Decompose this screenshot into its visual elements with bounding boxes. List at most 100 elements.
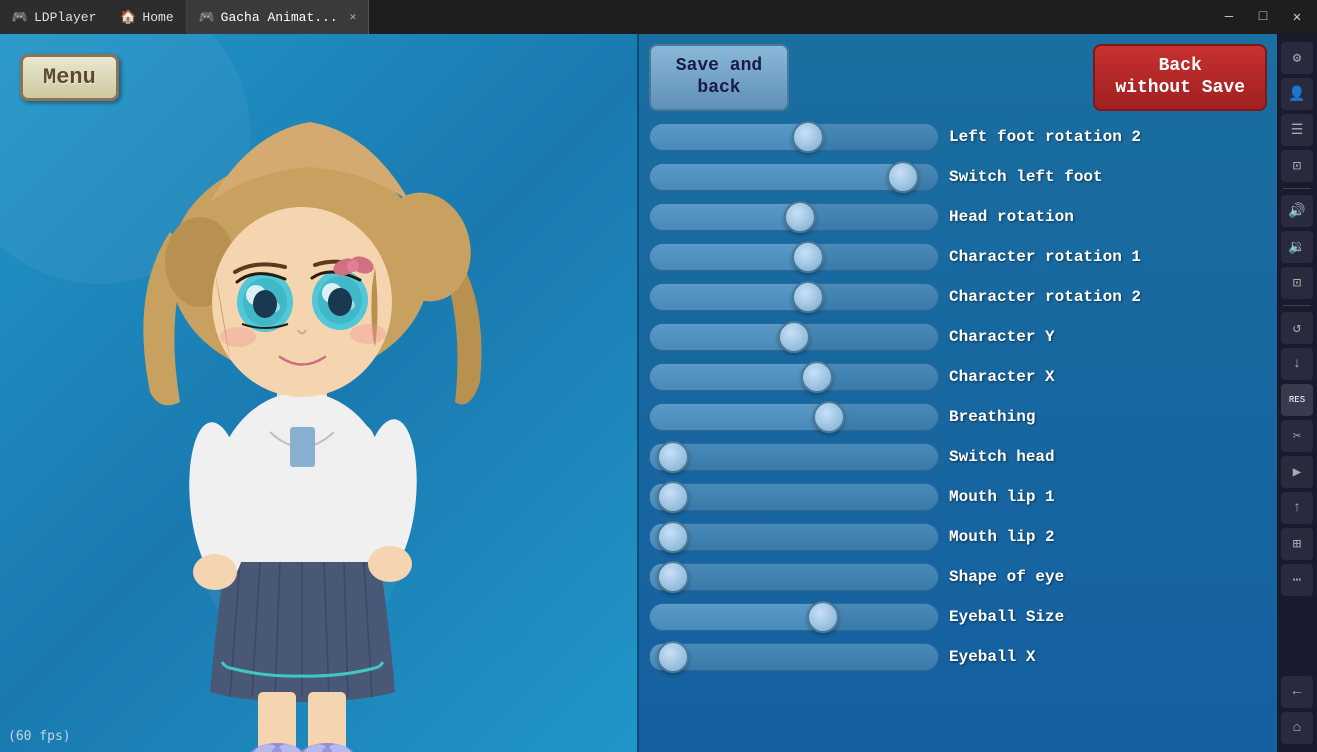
tab-ldplayer[interactable]: 🎮 LDPlayer (0, 0, 108, 34)
slider-fill-head-rotation (650, 204, 800, 230)
slider-track-character-rotation-1[interactable] (649, 243, 939, 271)
slider-thumb-character-rotation-1[interactable] (792, 241, 824, 273)
slider-label-mouth-lip-1: Mouth lip 1 (949, 488, 1267, 506)
more-tool-button[interactable]: ⋯ (1281, 564, 1313, 596)
right-panel: Save andback Backwithout Save Left foot … (637, 34, 1277, 752)
screen2-tool-button[interactable]: ⊡ (1281, 267, 1313, 299)
slider-track-shape-of-eye[interactable] (649, 563, 939, 591)
slider-fill-character-rotation-1 (650, 244, 808, 270)
slider-row-character-rotation-2: Character rotation 2 (649, 279, 1267, 315)
slider-thumb-head-rotation[interactable] (784, 201, 816, 233)
slider-label-character-y: Character Y (949, 328, 1267, 346)
slider-row-mouth-lip-1: Mouth lip 1 (649, 479, 1267, 515)
gacha-tab-icon: 🎮 (199, 9, 215, 25)
back-without-save-button[interactable]: Backwithout Save (1093, 44, 1267, 111)
screen-tool-button[interactable]: ⊡ (1281, 150, 1313, 182)
slider-thumb-eyeball-x[interactable] (657, 641, 689, 673)
volume-down-tool-button[interactable]: 🔉 (1281, 231, 1313, 263)
menu-tool-button[interactable]: ☰ (1281, 114, 1313, 146)
gacha-tab-label: Gacha Animat... (221, 10, 338, 25)
sliders-container[interactable]: Left foot rotation 2 Switch left foot Head… (639, 111, 1277, 752)
main-area: Menu (0, 34, 1317, 752)
slider-row-eyeball-x: Eyeball X (649, 639, 1267, 675)
cut-tool-button[interactable]: ✂ (1281, 420, 1313, 452)
slider-fill-left-foot-rotation-2 (650, 124, 808, 150)
slider-fill-character-rotation-2 (650, 284, 808, 310)
back-tool-button[interactable]: ← (1281, 676, 1313, 708)
slider-track-switch-head[interactable] (649, 443, 939, 471)
tab-home[interactable]: 🏠 Home (108, 0, 186, 34)
minimize-button[interactable]: — (1213, 3, 1245, 31)
slider-thumb-eyeball-size[interactable] (807, 601, 839, 633)
panel-header: Save andback Backwithout Save (639, 34, 1277, 111)
window-controls: — □ ✕ (1213, 3, 1317, 31)
refresh-tool-button[interactable]: ↺ (1281, 312, 1313, 344)
slider-thumb-character-rotation-2[interactable] (792, 281, 824, 313)
ldplayer-label: LDPlayer (34, 10, 96, 25)
grid-tool-button[interactable]: ⊞ (1281, 528, 1313, 560)
slider-row-head-rotation: Head rotation (649, 199, 1267, 235)
slider-track-head-rotation[interactable] (649, 203, 939, 231)
fps-value: (60 fps) (8, 729, 71, 744)
slider-row-shape-of-eye: Shape of eye (649, 559, 1267, 595)
slider-label-mouth-lip-2: Mouth lip 2 (949, 528, 1267, 546)
slider-track-switch-left-foot[interactable] (649, 163, 939, 191)
slider-label-switch-left-foot: Switch left foot (949, 168, 1267, 186)
slider-fill-character-y (650, 324, 794, 350)
side-toolbar: ⚙ 👤 ☰ ⊡ 🔊 🔉 ⊡ ↺ ↓ RES ✂ ▶ ↑ ⊞ ⋯ ← ⌂ (1277, 34, 1317, 752)
slider-label-character-x: Character X (949, 368, 1267, 386)
video-tool-button[interactable]: ▶ (1281, 456, 1313, 488)
export-tool-button[interactable]: ↑ (1281, 492, 1313, 524)
slider-label-breathing: Breathing (949, 408, 1267, 426)
slider-track-character-x[interactable] (649, 363, 939, 391)
slider-label-eyeball-size: Eyeball Size (949, 608, 1267, 626)
slider-row-switch-left-foot: Switch left foot (649, 159, 1267, 195)
gacha-tab-close[interactable]: ✕ (350, 10, 357, 24)
account-tool-button[interactable]: 👤 (1281, 78, 1313, 110)
slider-thumb-switch-left-foot[interactable] (887, 161, 919, 193)
close-button[interactable]: ✕ (1281, 3, 1313, 31)
slider-thumb-breathing[interactable] (813, 401, 845, 433)
slider-thumb-switch-head[interactable] (657, 441, 689, 473)
slider-track-eyeball-size[interactable] (649, 603, 939, 631)
tab-bar: 🎮 LDPlayer 🏠 Home 🎮 Gacha Animat... ✕ (0, 0, 369, 34)
slider-thumb-mouth-lip-1[interactable] (657, 481, 689, 513)
import-tool-button[interactable]: ↓ (1281, 348, 1313, 380)
settings-tool-button[interactable]: ⚙ (1281, 42, 1313, 74)
slider-row-left-foot-rotation-2: Left foot rotation 2 (649, 119, 1267, 155)
slider-thumb-character-y[interactable] (778, 321, 810, 353)
maximize-button[interactable]: □ (1247, 3, 1279, 31)
slider-label-character-rotation-2: Character rotation 2 (949, 288, 1267, 306)
slider-fill-eyeball-size (650, 604, 823, 630)
slider-row-character-x: Character X (649, 359, 1267, 395)
slider-row-mouth-lip-2: Mouth lip 2 (649, 519, 1267, 555)
slider-track-mouth-lip-1[interactable] (649, 483, 939, 511)
home-tool-button[interactable]: ⌂ (1281, 712, 1313, 744)
slider-row-breathing: Breathing (649, 399, 1267, 435)
slider-thumb-mouth-lip-2[interactable] (657, 521, 689, 553)
slider-row-switch-head: Switch head (649, 439, 1267, 475)
slider-thumb-left-foot-rotation-2[interactable] (792, 121, 824, 153)
save-back-button[interactable]: Save andback (649, 44, 789, 111)
slider-track-character-rotation-2[interactable] (649, 283, 939, 311)
slider-label-head-rotation: Head rotation (949, 208, 1267, 226)
resolution-tool-button[interactable]: RES (1281, 384, 1313, 416)
slider-thumb-character-x[interactable] (801, 361, 833, 393)
ldplayer-icon: 🎮 (12, 9, 28, 25)
slider-track-left-foot-rotation-2[interactable] (649, 123, 939, 151)
volume-up-tool-button[interactable]: 🔊 (1281, 195, 1313, 227)
slider-track-breathing[interactable] (649, 403, 939, 431)
toolbar-separator-2 (1283, 305, 1311, 306)
slider-fill-switch-left-foot (650, 164, 903, 190)
slider-label-eyeball-x: Eyeball X (949, 648, 1267, 666)
slider-track-mouth-lip-2[interactable] (649, 523, 939, 551)
slider-label-shape-of-eye: Shape of eye (949, 568, 1267, 586)
slider-track-eyeball-x[interactable] (649, 643, 939, 671)
slider-thumb-shape-of-eye[interactable] (657, 561, 689, 593)
top-bar: 🎮 LDPlayer 🏠 Home 🎮 Gacha Animat... ✕ — … (0, 0, 1317, 34)
slider-row-eyeball-size: Eyeball Size (649, 599, 1267, 635)
tab-gacha[interactable]: 🎮 Gacha Animat... ✕ (187, 0, 370, 34)
slider-track-character-y[interactable] (649, 323, 939, 351)
slider-label-switch-head: Switch head (949, 448, 1267, 466)
character-svg (30, 72, 610, 752)
